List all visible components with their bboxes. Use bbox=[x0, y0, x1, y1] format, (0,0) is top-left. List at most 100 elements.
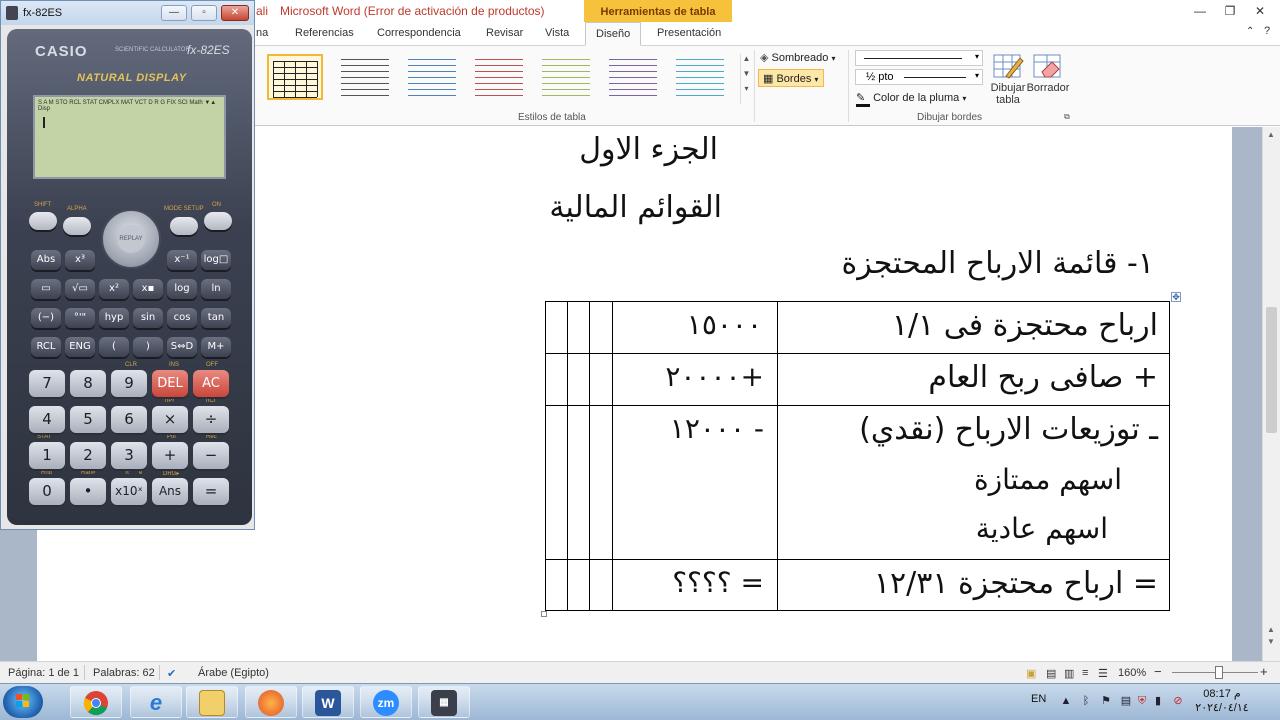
key-log-base[interactable]: log□ bbox=[201, 250, 231, 270]
proofing-icon[interactable]: ✔ bbox=[167, 667, 176, 680]
taskbar-calculator[interactable]: ▦ bbox=[418, 686, 470, 718]
gallery-more-icon[interactable]: ▾ bbox=[741, 84, 752, 93]
tab-inicio-partial[interactable]: na bbox=[256, 27, 268, 39]
network-icon[interactable]: ▮ bbox=[1152, 695, 1164, 707]
mode-key[interactable] bbox=[170, 217, 198, 235]
on-key[interactable] bbox=[204, 212, 232, 230]
calc-restore-button[interactable]: ▫ bbox=[191, 5, 217, 21]
key-multiply[interactable]: × bbox=[152, 406, 188, 433]
zoom-out-button[interactable]: − bbox=[1154, 664, 1162, 679]
key-fraction[interactable]: ▭ bbox=[31, 279, 61, 299]
key-cos[interactable]: cos bbox=[167, 308, 197, 328]
tab-presentacion[interactable]: Presentación bbox=[657, 27, 721, 39]
key-abs[interactable]: Abs bbox=[31, 250, 61, 270]
key-7[interactable]: 7 bbox=[29, 370, 65, 397]
key-1[interactable]: 1 bbox=[29, 442, 65, 469]
key-5[interactable]: 5 bbox=[70, 406, 106, 433]
key-2[interactable]: 2 bbox=[70, 442, 106, 469]
tab-vista[interactable]: Vista bbox=[545, 27, 569, 39]
table-move-handle[interactable]: ✥ bbox=[1171, 292, 1181, 302]
tab-revisar[interactable]: Revisar bbox=[486, 27, 523, 39]
gallery-scroll[interactable]: ▲ ▼ ▾ bbox=[740, 54, 752, 104]
table-style-6[interactable] bbox=[672, 54, 728, 100]
key-8[interactable]: 8 bbox=[70, 370, 106, 397]
line-style-select[interactable]: ▾ bbox=[855, 50, 983, 66]
key-6[interactable]: 6 bbox=[111, 406, 147, 433]
zoom-level[interactable]: 160% bbox=[1118, 667, 1146, 679]
key-x-squared[interactable]: x² bbox=[99, 279, 129, 299]
volume-muted-icon[interactable]: ⊘ bbox=[1172, 695, 1184, 707]
tray-app-icon[interactable]: ▤ bbox=[1120, 695, 1132, 707]
gallery-down-icon[interactable]: ▼ bbox=[741, 69, 752, 78]
key-power[interactable]: x▪ bbox=[133, 279, 163, 299]
table-style-2[interactable] bbox=[404, 54, 460, 100]
key-ln[interactable]: ln bbox=[201, 279, 231, 299]
tab-referencias[interactable]: Referencias bbox=[295, 27, 354, 39]
retained-earnings-table[interactable] bbox=[545, 301, 1170, 611]
action-center-icon[interactable]: ⚑ bbox=[1100, 695, 1112, 707]
key-0[interactable]: 0 bbox=[29, 478, 65, 505]
key-m-plus[interactable]: M+ bbox=[201, 337, 231, 357]
calculator-window[interactable]: fx-82ES — ▫ ✕ CASIO SCIENTIFIC CALCULATO… bbox=[0, 0, 255, 530]
outline-icon[interactable]: ≡ bbox=[1082, 667, 1088, 679]
key-degrees[interactable]: °'" bbox=[65, 308, 95, 328]
tab-correspondencia[interactable]: Correspondencia bbox=[377, 27, 461, 39]
full-screen-reading-icon[interactable]: ▤ bbox=[1046, 667, 1056, 680]
table-style-selected[interactable] bbox=[267, 54, 323, 100]
key-open-paren[interactable]: ( bbox=[99, 337, 129, 357]
web-layout-icon[interactable]: ▥ bbox=[1064, 667, 1074, 680]
key-4[interactable]: 4 bbox=[29, 406, 65, 433]
minimize-button[interactable]: — bbox=[1186, 2, 1214, 20]
dialog-launcher-icon[interactable]: ⧉ bbox=[1064, 112, 1070, 122]
scrollbar-thumb[interactable] bbox=[1266, 307, 1277, 433]
key-x-cubed[interactable]: x³ bbox=[65, 250, 95, 270]
calc-minimize-button[interactable]: — bbox=[161, 5, 187, 21]
draft-icon[interactable]: ☰ bbox=[1098, 667, 1108, 680]
language-indicator[interactable]: Árabe (Egipto) bbox=[198, 667, 269, 679]
page-count[interactable]: Página: 1 de 1 bbox=[8, 667, 79, 679]
key-ac[interactable]: AC bbox=[193, 370, 229, 397]
key-equals[interactable]: = bbox=[193, 478, 229, 505]
eraser-button[interactable]: Borrador bbox=[1022, 52, 1074, 94]
table-style-5[interactable] bbox=[605, 54, 661, 100]
show-hidden-icons[interactable]: ▲ bbox=[1060, 695, 1072, 707]
taskbar-internet-explorer[interactable]: e bbox=[130, 686, 182, 718]
taskbar-firefox[interactable] bbox=[245, 686, 297, 718]
key-9[interactable]: 9 bbox=[111, 370, 147, 397]
table-resize-handle[interactable] bbox=[541, 611, 547, 617]
key-hyp[interactable]: hyp bbox=[99, 308, 129, 328]
key-minus[interactable]: − bbox=[193, 442, 229, 469]
tab-diseno[interactable]: Diseño bbox=[585, 22, 642, 46]
pen-color-button[interactable]: ✎ Color de la pluma ▾ bbox=[856, 91, 966, 107]
key-plus[interactable]: + bbox=[152, 442, 188, 469]
scroll-up-icon[interactable]: ▲ bbox=[1267, 130, 1275, 139]
table-style-4[interactable] bbox=[538, 54, 594, 100]
gallery-up-icon[interactable]: ▲ bbox=[741, 54, 752, 63]
clock[interactable]: 08:17 م ٢٠٢٤/٠٤/١٤ bbox=[1192, 687, 1252, 715]
key-divide[interactable]: ÷ bbox=[193, 406, 229, 433]
taskbar-zoom[interactable]: zm bbox=[360, 686, 412, 718]
taskbar-word[interactable]: W bbox=[302, 686, 354, 718]
taskbar-file-explorer[interactable] bbox=[186, 686, 238, 718]
calculator-titlebar[interactable]: fx-82ES — ▫ ✕ bbox=[1, 1, 254, 25]
print-layout-icon[interactable]: ▣ bbox=[1026, 667, 1036, 680]
borders-button[interactable]: ▦ Bordes ▾ bbox=[758, 69, 824, 87]
key-decimal[interactable]: • bbox=[70, 478, 106, 505]
key-rcl[interactable]: RCL bbox=[31, 337, 61, 357]
start-button[interactable] bbox=[3, 686, 43, 718]
key-s-to-d[interactable]: S⇔D bbox=[167, 337, 197, 357]
shading-button[interactable]: ◈ Sombreado ▾ bbox=[760, 51, 835, 64]
calc-close-button[interactable]: ✕ bbox=[221, 5, 249, 21]
alpha-key[interactable] bbox=[63, 217, 91, 235]
zoom-in-button[interactable]: + bbox=[1260, 664, 1268, 679]
shift-key[interactable] bbox=[29, 212, 57, 230]
line-weight-select[interactable]: ½ pto ▾ bbox=[855, 69, 983, 85]
vertical-scrollbar[interactable]: ▲ ▲ ▼ bbox=[1262, 127, 1280, 661]
table-style-3[interactable] bbox=[471, 54, 527, 100]
restore-button[interactable]: ❐ bbox=[1216, 2, 1244, 20]
key-del[interactable]: DEL bbox=[152, 370, 188, 397]
key-ans[interactable]: Ans bbox=[152, 478, 188, 505]
key-exp10[interactable]: x10ˣ bbox=[111, 478, 147, 505]
scroll-prev-page-icon[interactable]: ▲ bbox=[1267, 625, 1275, 634]
key-tan[interactable]: tan bbox=[201, 308, 231, 328]
